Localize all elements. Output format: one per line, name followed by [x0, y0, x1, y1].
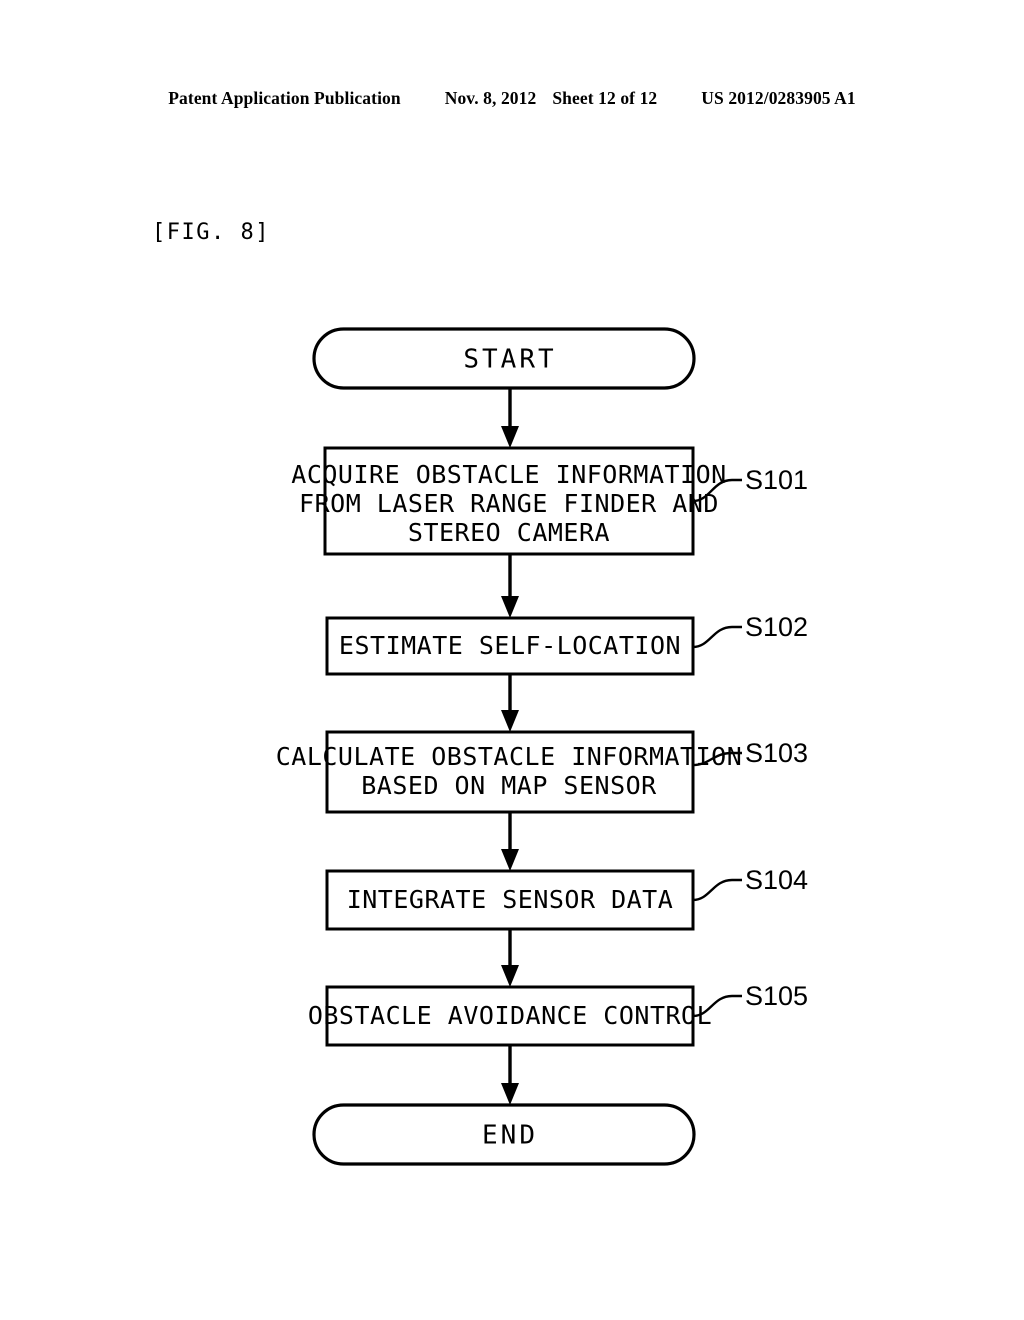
connector-start-to-s101 — [501, 388, 519, 448]
s101-label-line-2: FROM LASER RANGE FINDER AND — [299, 489, 719, 518]
s101-step-number: S101 — [745, 465, 808, 495]
s101-label-line-1: ACQUIRE OBSTACLE INFORMATION — [291, 460, 726, 489]
s103-label-line-2: BASED ON MAP SENSOR — [361, 771, 657, 800]
s105-step-number: S105 — [745, 981, 808, 1011]
sheet-number: Sheet 12 of 12 — [552, 88, 658, 108]
s105-label-line-1: OBSTACLE AVOIDANCE CONTROL — [308, 1001, 712, 1030]
connector-s102-to-s103 — [501, 674, 519, 732]
connector-s101-to-s102 — [501, 554, 519, 618]
s101-label-line-3: STEREO CAMERA — [408, 518, 610, 547]
flow-node-s105: OBSTACLE AVOIDANCE CONTROL S105 — [308, 981, 808, 1047]
end-label: END — [482, 1121, 538, 1151]
connector-s105-to-end — [501, 1045, 519, 1105]
flow-node-end: END — [312, 1103, 696, 1166]
flow-node-s102: ESTIMATE SELF-LOCATION S102 — [325, 612, 808, 676]
patent-number: US 2012/0283905 A1 — [701, 88, 856, 108]
publication-title: Patent Application Publication — [168, 88, 401, 108]
connector-s103-to-s104 — [501, 812, 519, 871]
s103-label-line-1: CALCULATE OBSTACLE INFORMATION — [276, 742, 743, 771]
connector-s104-to-s105 — [501, 929, 519, 987]
s104-leader-line — [692, 878, 742, 902]
s104-step-number: S104 — [745, 865, 808, 895]
flow-node-s104: INTEGRATE SENSOR DATA S104 — [325, 865, 808, 931]
flowchart-diagram: START ACQUIRE OBSTACLE INFORMATION FROM … — [0, 300, 1024, 1220]
flow-node-start: START — [312, 327, 696, 390]
s102-leader-line — [692, 625, 742, 649]
s102-step-number: S102 — [745, 612, 808, 642]
s102-label-line-1: ESTIMATE SELF-LOCATION — [339, 631, 681, 660]
s103-step-number: S103 — [745, 738, 808, 768]
flow-node-s103: CALCULATE OBSTACLE INFORMATION BASED ON … — [276, 730, 808, 814]
flow-node-s101: ACQUIRE OBSTACLE INFORMATION FROM LASER … — [291, 446, 808, 556]
patent-figure-page: { "header": { "publication": "Patent App… — [0, 0, 1024, 1320]
patent-header: Patent Application Publication Nov. 8, 2… — [0, 88, 1024, 109]
s104-label-line-1: INTEGRATE SENSOR DATA — [347, 885, 674, 914]
publication-date: Nov. 8, 2012 — [444, 88, 537, 108]
start-label: START — [463, 345, 556, 375]
figure-label: [FIG. 8] — [152, 220, 270, 245]
